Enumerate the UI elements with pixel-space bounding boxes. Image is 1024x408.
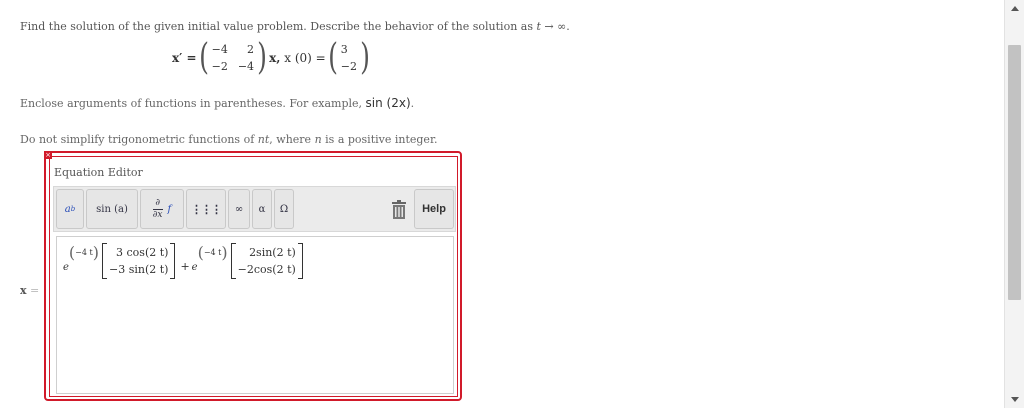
left-paren: ( [198, 37, 209, 78]
enclose-note: Enclose arguments of functions in parent… [20, 96, 415, 110]
scroll-up-icon[interactable] [1011, 6, 1019, 11]
alpha-button[interactable]: α [252, 189, 272, 229]
ode-system: x′ = ( −4 2 −2 −4 ) x, x (0) = ( 3 −2 ) [172, 38, 372, 78]
trig-note: Do not simplify trigonometric functions … [20, 133, 438, 146]
editor-toolbar: ab sin (a) ∂ ∂x f ⋮⋮⋮ ∞ α Ω Help [53, 186, 456, 232]
infinity-button[interactable]: ∞ [228, 189, 250, 229]
matrix-entry: −4 [237, 60, 255, 73]
x-label: x, [269, 51, 281, 65]
scroll-down-icon[interactable] [1011, 397, 1019, 402]
left-paren: ( [327, 37, 338, 78]
matrix-entry: −4 [211, 43, 228, 56]
omega-button[interactable]: Ω [274, 189, 294, 229]
scroll-thumb[interactable] [1008, 45, 1021, 300]
answer-expression: e (−4 t) 3 cos(2 t) −3 sin(2 t) + e (−4 … [63, 243, 306, 279]
right-paren: ) [257, 37, 267, 78]
editor-title: Equation Editor [54, 166, 143, 179]
trash-icon[interactable] [389, 199, 409, 221]
vector-entry: 3 [340, 43, 348, 56]
matrix-entry: −2 [211, 60, 228, 73]
matrix-button[interactable]: ⋮⋮⋮ [186, 189, 226, 229]
vector-1: 3 cos(2 t) −3 sin(2 t) [101, 243, 176, 279]
coefficient-matrix: −4 2 −2 −4 [212, 43, 254, 73]
vector-entry: −2 [340, 60, 357, 73]
right-paren: ) [360, 37, 370, 78]
answer-input[interactable]: e (−4 t) 3 cos(2 t) −3 sin(2 t) + e (−4 … [56, 236, 454, 394]
initial-vector: 3 −2 [341, 43, 357, 73]
problem-prompt: Find the solution of the given initial v… [20, 20, 570, 33]
vector-2: 2sin(2 t) −2cos(2 t) [230, 243, 303, 279]
lhs-label: x′ = [172, 51, 197, 65]
initial-condition-label: x (0) = [284, 51, 326, 65]
close-icon[interactable]: × [44, 151, 52, 159]
vertical-scrollbar[interactable] [1004, 0, 1024, 408]
sin-button[interactable]: sin (a) [86, 189, 138, 229]
help-button[interactable]: Help [414, 189, 454, 229]
derivative-button[interactable]: ∂ ∂x f [140, 189, 184, 229]
power-button[interactable]: ab [56, 189, 84, 229]
matrix-entry: 2 [247, 43, 255, 56]
answer-label: x = [20, 284, 40, 297]
